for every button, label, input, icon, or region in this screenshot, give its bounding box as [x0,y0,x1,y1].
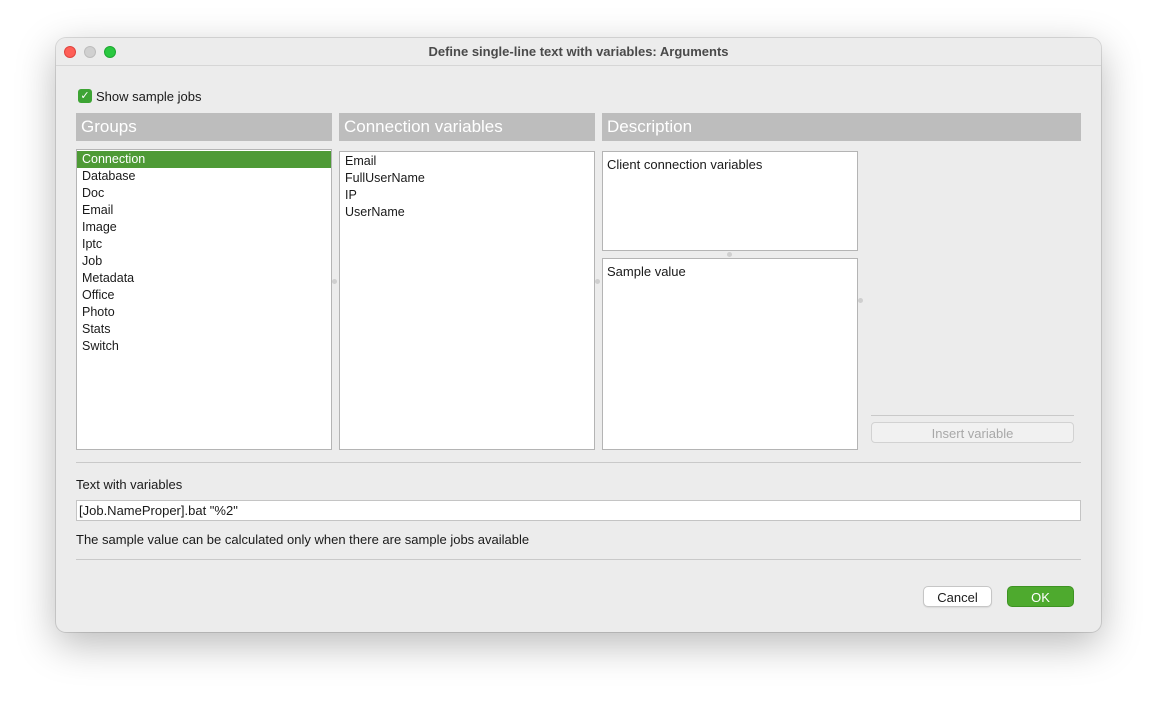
splitter-handle[interactable] [332,279,337,284]
variable-item[interactable]: IP [340,187,594,204]
splitter-handle[interactable] [595,279,600,284]
group-item[interactable]: Doc [77,185,331,202]
groups-header: Groups [76,113,332,141]
insert-variable-button[interactable]: Insert variable [871,422,1074,443]
group-item[interactable]: Office [77,287,331,304]
text-with-variables-label: Text with variables [76,477,183,492]
group-item[interactable]: Photo [77,304,331,321]
ok-button[interactable]: OK [1007,586,1074,607]
group-item[interactable]: Email [77,202,331,219]
variable-item[interactable]: UserName [340,204,594,221]
group-item[interactable]: Stats [77,321,331,338]
group-item[interactable]: Database [77,168,331,185]
variable-item[interactable]: FullUserName [340,170,594,187]
cancel-button[interactable]: Cancel [923,586,992,607]
variables-header: Connection variables [339,113,595,141]
group-item[interactable]: Connection [77,151,331,168]
divider [871,415,1074,416]
description-text: Client connection variables [607,157,763,172]
title-bar: Define single-line text with variables: … [56,38,1101,66]
description-header: Description [602,113,1081,141]
group-item[interactable]: Iptc [77,236,331,253]
show-sample-jobs-checkbox[interactable]: ✓ [78,89,92,103]
checkmark-icon: ✓ [80,90,90,102]
groups-list[interactable]: Connection Database Doc Email Image Iptc Job Me… [76,149,332,450]
sample-value-text: Sample value [607,264,686,279]
group-item[interactable]: Job [77,253,331,270]
show-sample-jobs-label[interactable]: Show sample jobs [96,89,202,104]
window-title: Define single-line text with variables: … [428,44,729,59]
splitter-handle[interactable] [858,298,863,303]
variable-item[interactable]: Email [340,153,594,170]
dialog-window: Define single-line text with variables: … [56,38,1101,632]
group-item[interactable]: Switch [77,338,331,355]
variables-list[interactable]: Email FullUserName IP UserName [339,151,595,450]
description-box: Client connection variables [602,151,858,251]
group-item[interactable]: Image [77,219,331,236]
divider [76,462,1081,463]
sample-value-box: Sample value [602,258,858,450]
splitter-handle[interactable] [727,252,732,257]
text-with-variables-input[interactable]: [Job.NameProper].bat "%2" [76,500,1081,521]
group-item[interactable]: Metadata [77,270,331,287]
sample-note: The sample value can be calculated only … [76,532,530,547]
divider [76,559,1081,560]
